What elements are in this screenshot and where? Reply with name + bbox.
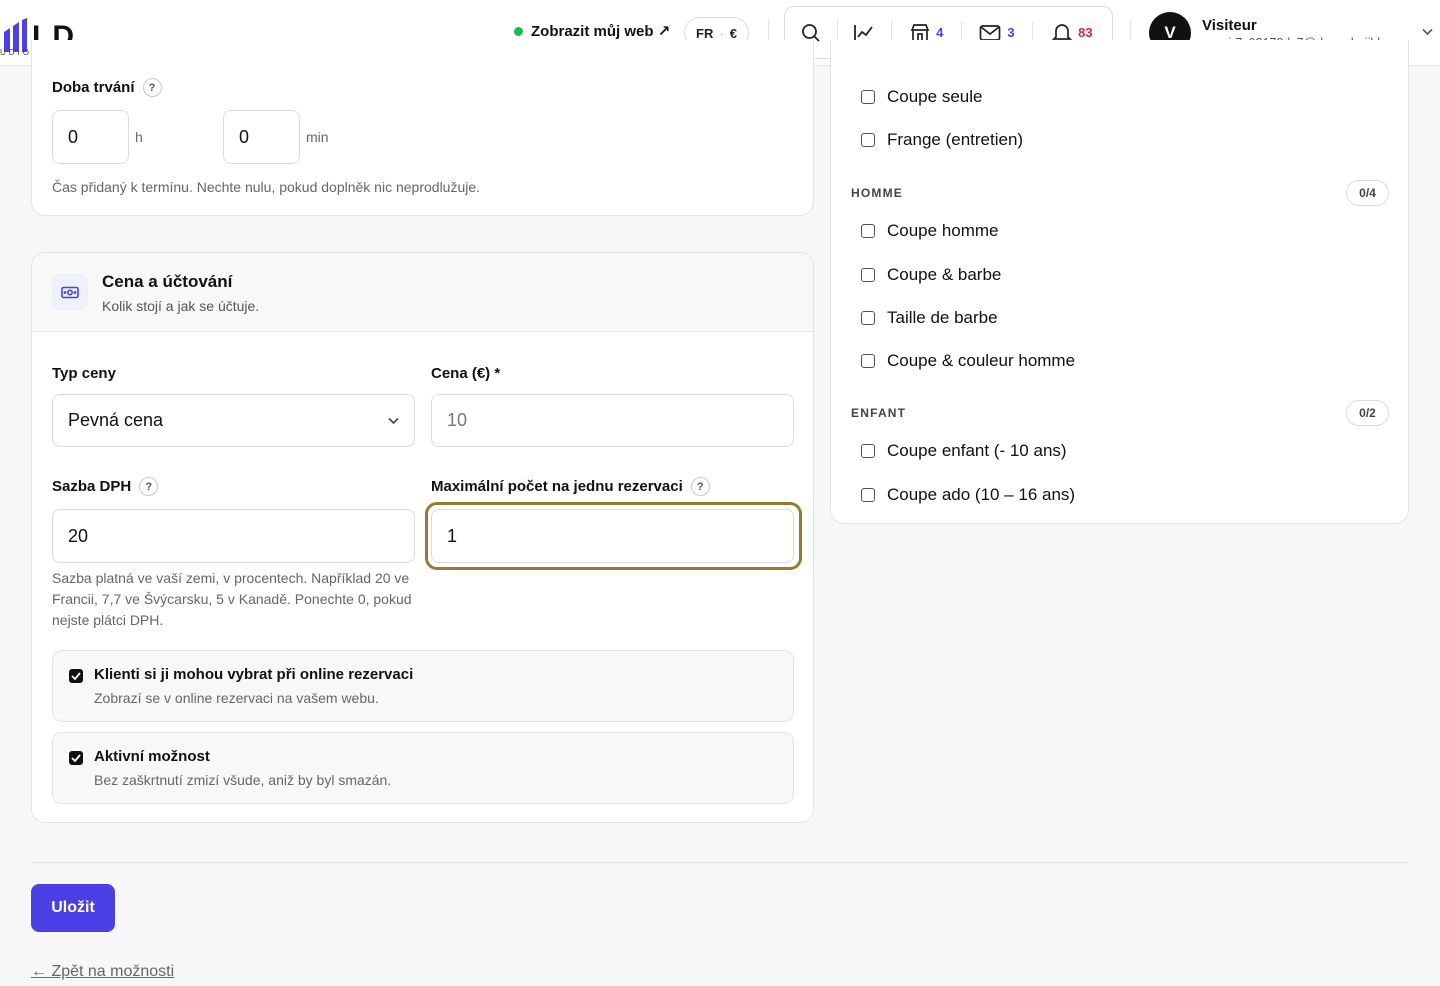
duration-card: Doba trvání ? 0 h 0 min Čas přidaný k te… [31,40,814,216]
price-type-select[interactable]: Pevná cena [52,394,415,447]
service-item[interactable]: Coupe & couleur homme [861,351,1075,371]
mail-icon [980,24,1001,41]
view-site-link[interactable]: Zobrazit můj web ↗ [514,22,670,40]
online-booking-option[interactable]: Klienti si ji mohou vybrat při online re… [52,650,794,722]
duration-minutes-input[interactable]: 0 [223,110,300,164]
category-enfant-count: 0/2 [1346,400,1389,426]
category-homme-count: 0/4 [1346,180,1389,206]
service-label: Coupe & barbe [887,265,1002,284]
vat-label-text: Sazba DPH [52,478,132,495]
active-title: Aktivní možnost [94,748,210,765]
service-item[interactable]: Frange (entretien) [861,130,1023,150]
banknote-icon [52,274,88,310]
max-per-booking-label: Maximální počet na jednu rezervaci ? [431,477,710,496]
service-label: Coupe & couleur homme [887,351,1076,370]
service-checkbox[interactable] [861,133,875,147]
vat-help-text: Sazba platná ve vaší zemi, v procentech.… [52,570,412,628]
price-input[interactable]: 10 [431,394,794,447]
pricing-section-header: Cena a účtování Kolik stojí a jak se účt… [32,253,813,332]
online-booking-subtitle: Zobrazí se v online rezervaci na vašem w… [94,690,379,706]
pricing-card: Cena a účtování Kolik stojí a jak se účt… [31,252,814,823]
pricing-title: Cena a účtování [102,272,233,291]
price-label: Cena (€) * [431,365,501,382]
help-icon[interactable]: ? [139,477,159,496]
chevron-down-icon [388,417,399,424]
vat-label: Sazba DPH ? [52,477,159,496]
save-button[interactable]: Uložit [31,884,115,932]
minutes-unit: min [306,129,329,145]
max-per-booking-label-text: Maximální počet na jednu rezervaci [431,478,683,495]
duration-label-text: Doba trvání [52,79,135,96]
chevron-down-icon[interactable] [1422,28,1433,36]
back-to-options-link[interactable]: ← Zpět na možnosti [31,963,174,981]
service-checkbox[interactable] [861,90,875,104]
help-icon[interactable]: ? [142,78,162,97]
service-item[interactable]: Coupe enfant (- 10 ans) [861,441,1067,461]
check-icon [71,754,81,762]
service-label: Coupe homme [887,221,999,240]
service-label: Taille de barbe [887,308,998,327]
hours-unit: h [135,129,143,145]
service-checkbox[interactable] [861,224,875,238]
service-item[interactable]: Coupe seule [861,87,982,107]
messages-count: 3 [1007,25,1015,40]
service-label: Frange (entretien) [887,130,1024,149]
help-icon[interactable]: ? [690,477,710,496]
price-type-label: Typ ceny [52,365,116,382]
user-name: Visiteur [1202,16,1257,34]
service-checkbox[interactable] [861,488,875,502]
price-type-value: Pevná cena [68,410,164,430]
active-checkbox[interactable] [69,751,83,765]
language-code: FR [696,25,714,41]
service-label: Coupe enfant (- 10 ans) [887,441,1067,460]
category-homme-label: HOMME [851,186,903,200]
duration-label: Doba trvání ? [52,78,162,97]
currency-symbol: € [729,25,737,41]
service-item[interactable]: Coupe ado (10 – 16 ans) [861,485,1075,505]
service-label: Coupe seule [887,87,983,106]
shop-count: 4 [936,25,944,40]
logo-subtext: UDIO [0,48,32,57]
duration-hours-input[interactable]: 0 [52,110,129,164]
service-checkbox[interactable] [861,268,875,282]
active-subtitle: Bez zaškrtnutí zmizí všude, aniž by byl … [94,772,392,788]
category-enfant-label: ENFANT [851,406,907,420]
logo-bars-icon [4,18,27,52]
online-status-dot [514,26,523,36]
service-label: Coupe ado (10 – 16 ans) [887,485,1076,504]
pricing-subtitle: Kolik stojí a jak se účtuje. [102,298,260,314]
service-checkbox[interactable] [861,444,875,458]
max-per-booking-input[interactable]: 1 [431,509,794,563]
vat-input[interactable]: 20 [52,509,415,563]
duration-help-text: Čas přidaný k termínu. Nechte nulu, poku… [52,179,481,195]
service-item[interactable]: Coupe homme [861,221,999,241]
online-booking-title: Klienti si ji mohou vybrat při online re… [94,666,414,683]
footer-divider [31,862,1409,863]
active-option[interactable]: Aktivní možnost Bez zaškrtnutí zmizí všu… [52,732,794,804]
view-site-label: Zobrazit můj web ↗ [531,23,671,40]
check-icon [71,672,81,680]
service-checkbox[interactable] [861,311,875,325]
online-booking-checkbox[interactable] [69,669,83,683]
separator-dot: · [719,25,724,41]
notifications-count: 83 [1078,25,1093,40]
service-item[interactable]: Taille de barbe [861,308,998,328]
services-card: Coupe seule Frange (entretien) HOMME 0/4… [830,40,1409,524]
service-checkbox[interactable] [861,354,875,368]
service-item[interactable]: Coupe & barbe [861,265,1001,285]
